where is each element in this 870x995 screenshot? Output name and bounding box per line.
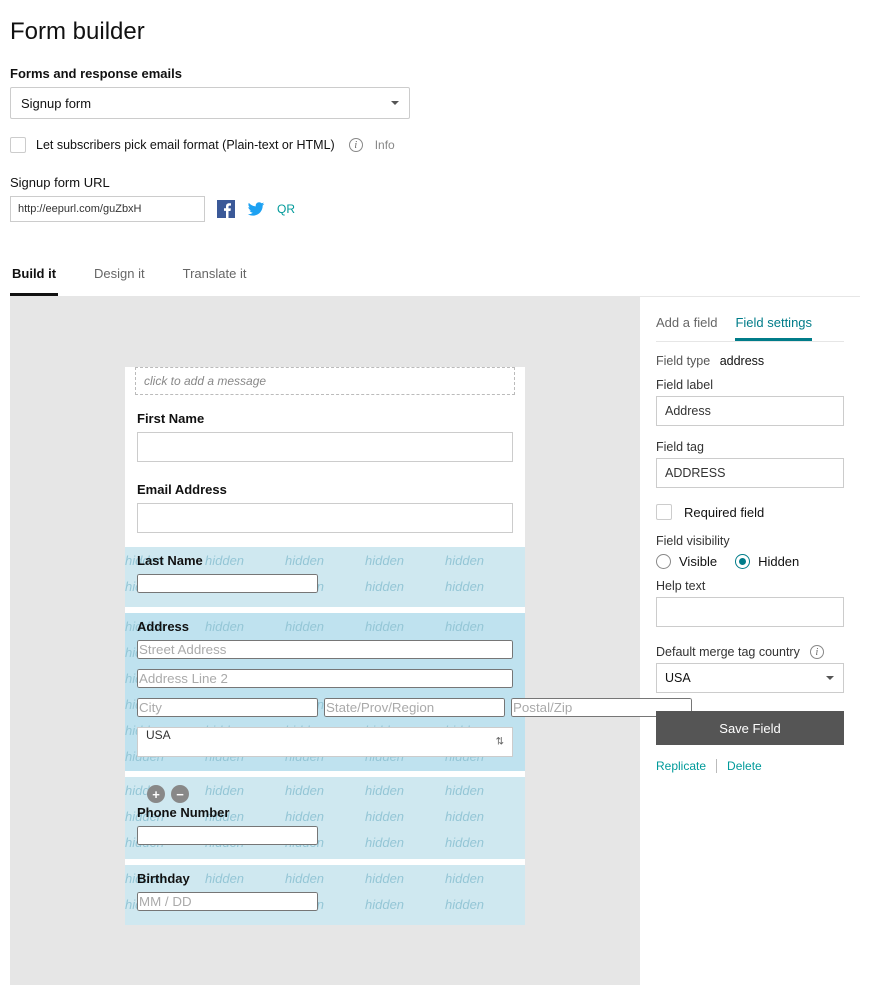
address-street-input[interactable]	[137, 640, 513, 659]
builder-tabs: Build it Design it Translate it	[10, 256, 860, 297]
info-icon[interactable]: i	[810, 645, 824, 659]
field-address-label: Address	[137, 619, 513, 634]
field-tag-input[interactable]	[656, 458, 844, 488]
remove-field-icon[interactable]: −	[171, 785, 189, 803]
field-phone[interactable]: + − Phone Number	[125, 777, 525, 859]
forms-selector-label: Forms and response emails	[10, 66, 860, 81]
form-card: click to add a message First Name Email …	[125, 367, 525, 925]
format-checkbox[interactable]	[10, 137, 26, 153]
help-text-input[interactable]	[656, 597, 844, 627]
required-label: Required field	[684, 505, 764, 520]
field-email-label: Email Address	[137, 482, 513, 497]
tab-design[interactable]: Design it	[92, 256, 147, 296]
field-first-name[interactable]: First Name	[125, 405, 525, 476]
format-checkbox-label: Let subscribers pick email format (Plain…	[36, 138, 335, 152]
field-label-label: Field label	[656, 378, 844, 392]
tab-translate[interactable]: Translate it	[181, 256, 249, 296]
help-text-label: Help text	[656, 579, 844, 593]
first-name-input[interactable]	[137, 432, 513, 462]
radio-visible[interactable]	[656, 554, 671, 569]
radio-hidden[interactable]	[735, 554, 750, 569]
sidebar: Add a field Field settings Field type ad…	[640, 297, 860, 773]
twitter-icon[interactable]	[247, 200, 265, 218]
last-name-input[interactable]	[137, 574, 318, 593]
field-label-input[interactable]	[656, 396, 844, 426]
field-last-name[interactable]: Last Name	[125, 547, 525, 607]
sidebar-tabs: Add a field Field settings	[656, 311, 844, 342]
tab-build[interactable]: Build it	[10, 256, 58, 296]
address-country-select[interactable]: USA	[137, 727, 513, 757]
default-country-select[interactable]: USA	[656, 663, 844, 693]
info-icon[interactable]: i	[349, 138, 363, 152]
field-last-name-label: Last Name	[137, 553, 513, 568]
tab-add-field[interactable]: Add a field	[656, 311, 717, 341]
field-tag-label: Field tag	[656, 440, 844, 454]
field-address[interactable]: Address USA	[125, 613, 525, 771]
add-field-icon[interactable]: +	[147, 785, 165, 803]
page-title: Form builder	[10, 18, 860, 46]
field-birthday[interactable]: Birthday	[125, 865, 525, 925]
field-birthday-label: Birthday	[137, 871, 513, 886]
radio-visible-label: Visible	[679, 554, 717, 569]
address-line2-input[interactable]	[137, 669, 513, 688]
replicate-link[interactable]: Replicate	[656, 759, 706, 773]
info-link[interactable]: Info	[375, 138, 395, 152]
form-canvas: click to add a message First Name Email …	[10, 297, 640, 985]
required-checkbox[interactable]	[656, 504, 672, 520]
facebook-icon[interactable]	[217, 200, 235, 218]
phone-input[interactable]	[137, 826, 318, 845]
field-type-row: Field type address	[656, 354, 844, 368]
address-country-value: USA	[146, 728, 171, 742]
save-button[interactable]: Save Field	[656, 711, 844, 745]
delete-link[interactable]: Delete	[727, 759, 762, 773]
qr-link[interactable]: QR	[277, 202, 295, 216]
radio-hidden-label: Hidden	[758, 554, 799, 569]
forms-selector-value: Signup form	[21, 96, 91, 111]
field-type-value: address	[720, 354, 764, 368]
field-phone-label: Phone Number	[137, 805, 513, 820]
divider	[716, 759, 717, 773]
default-country-label: Default merge tag country	[656, 645, 800, 659]
message-placeholder[interactable]: click to add a message	[135, 367, 515, 395]
field-email[interactable]: Email Address	[125, 476, 525, 547]
field-type-label: Field type	[656, 354, 710, 368]
signup-url-input[interactable]	[10, 196, 205, 222]
field-first-name-label: First Name	[137, 411, 513, 426]
signup-url-label: Signup form URL	[10, 175, 860, 190]
address-state-input[interactable]	[324, 698, 505, 717]
birthday-input[interactable]	[137, 892, 318, 911]
default-country-value: USA	[665, 671, 691, 685]
email-input[interactable]	[137, 503, 513, 533]
address-city-input[interactable]	[137, 698, 318, 717]
forms-selector[interactable]: Signup form	[10, 87, 410, 119]
visibility-label: Field visibility	[656, 534, 844, 548]
tab-field-settings[interactable]: Field settings	[735, 311, 812, 341]
